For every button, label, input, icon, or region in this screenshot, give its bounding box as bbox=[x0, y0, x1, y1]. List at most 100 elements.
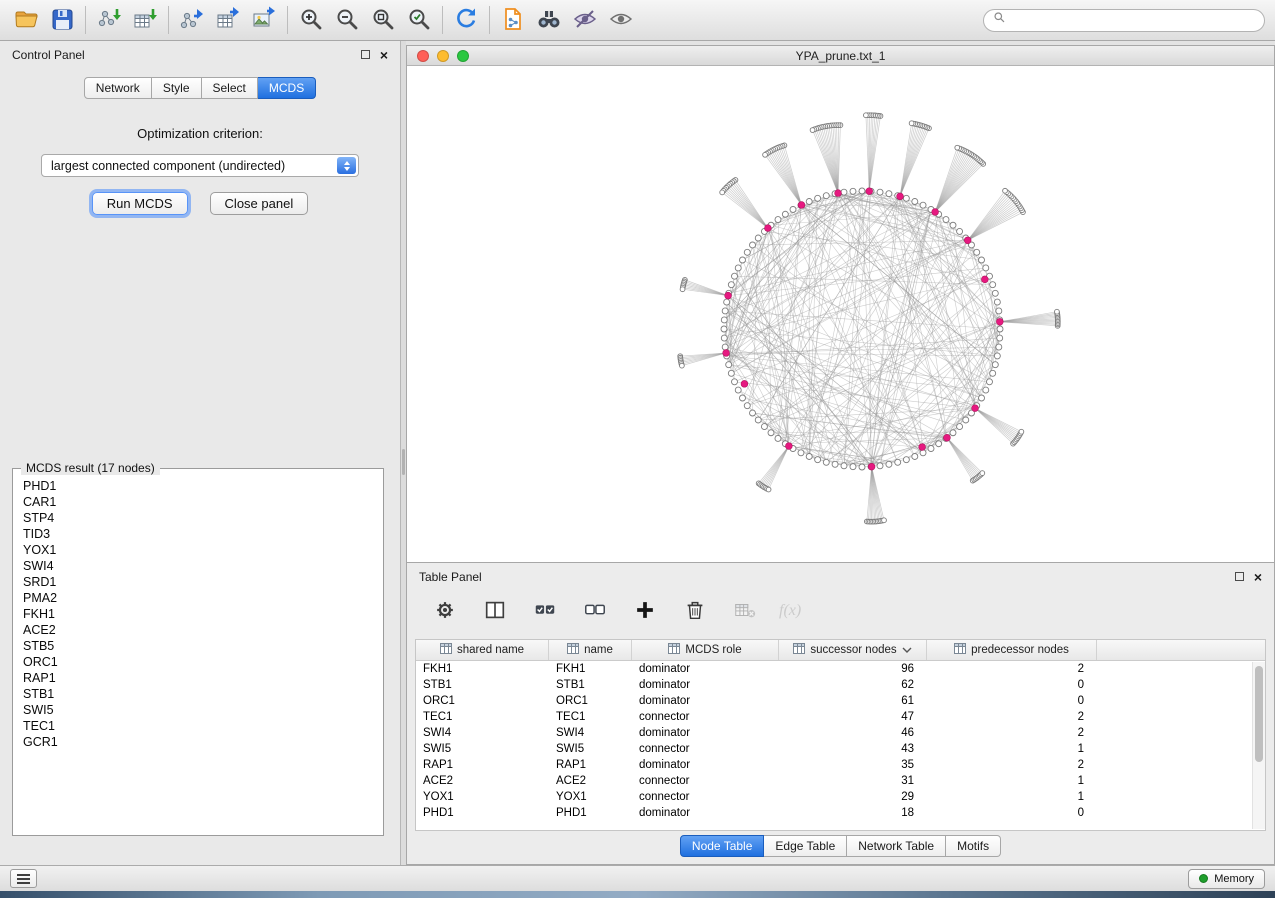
mcds-result-item[interactable]: SWI4 bbox=[23, 558, 383, 574]
ring-node[interactable] bbox=[943, 217, 949, 223]
table-row[interactable]: SWI4SWI4dominator462 bbox=[416, 725, 1265, 741]
mcds-result-item[interactable]: TEC1 bbox=[23, 718, 383, 734]
ring-node[interactable] bbox=[798, 450, 804, 456]
ring-node[interactable] bbox=[806, 453, 812, 459]
dominator-node[interactable] bbox=[835, 190, 842, 197]
run-mcds-button[interactable]: Run MCDS bbox=[92, 192, 188, 215]
mcds-result-item[interactable]: ACE2 bbox=[23, 622, 383, 638]
ring-node[interactable] bbox=[841, 189, 847, 195]
ring-node[interactable] bbox=[755, 235, 761, 241]
leaf-node[interactable] bbox=[1019, 429, 1024, 434]
ring-node[interactable] bbox=[739, 395, 745, 401]
close-table-panel-icon[interactable]: × bbox=[1254, 572, 1262, 582]
leaf-node[interactable] bbox=[1003, 188, 1008, 193]
dominator-node[interactable] bbox=[944, 434, 951, 441]
ring-node[interactable] bbox=[877, 463, 883, 469]
ring-node[interactable] bbox=[721, 335, 727, 341]
dominator-node[interactable] bbox=[868, 463, 875, 470]
zoom-fit-button[interactable] bbox=[367, 4, 399, 36]
column-header-name[interactable]: name bbox=[549, 640, 632, 660]
export-table-button[interactable] bbox=[212, 4, 244, 36]
ring-node[interactable] bbox=[739, 257, 745, 263]
dominator-node[interactable] bbox=[723, 350, 730, 357]
ring-node[interactable] bbox=[841, 463, 847, 469]
dominator-node[interactable] bbox=[798, 202, 805, 209]
dominator-node[interactable] bbox=[725, 292, 732, 299]
ring-node[interactable] bbox=[877, 189, 883, 195]
ring-node[interactable] bbox=[992, 290, 998, 296]
ring-node[interactable] bbox=[996, 344, 1002, 350]
ring-node[interactable] bbox=[744, 249, 750, 255]
ring-node[interactable] bbox=[823, 459, 829, 465]
ring-node[interactable] bbox=[983, 265, 989, 271]
copy-network-view-button[interactable] bbox=[497, 4, 529, 36]
ring-node[interactable] bbox=[903, 457, 909, 463]
column-header-predecessor_nodes[interactable]: predecessor nodes bbox=[927, 640, 1097, 660]
tab-mcds[interactable]: MCDS bbox=[258, 77, 316, 99]
ring-node[interactable] bbox=[992, 362, 998, 368]
tab-network[interactable]: Network bbox=[84, 77, 152, 99]
tab-select[interactable]: Select bbox=[202, 77, 258, 99]
dominator-node[interactable] bbox=[981, 276, 988, 283]
mcds-result-item[interactable]: STP4 bbox=[23, 510, 383, 526]
dominator-node[interactable] bbox=[764, 225, 771, 232]
ring-node[interactable] bbox=[775, 217, 781, 223]
column-header-mcds_role[interactable]: MCDS role bbox=[632, 640, 779, 660]
mcds-result-item[interactable]: ORC1 bbox=[23, 654, 383, 670]
search-input[interactable] bbox=[1011, 13, 1255, 27]
ring-node[interactable] bbox=[974, 249, 980, 255]
dominator-node[interactable] bbox=[741, 380, 748, 387]
ring-node[interactable] bbox=[950, 222, 956, 228]
window-close-button[interactable] bbox=[417, 50, 429, 62]
window-minimize-button[interactable] bbox=[437, 50, 449, 62]
ring-node[interactable] bbox=[790, 206, 796, 212]
find-button[interactable] bbox=[533, 4, 565, 36]
mcds-result-item[interactable]: PMA2 bbox=[23, 590, 383, 606]
ring-node[interactable] bbox=[996, 308, 1002, 314]
import-table-button[interactable] bbox=[129, 4, 161, 36]
ring-node[interactable] bbox=[997, 326, 1003, 332]
status-menu-button[interactable] bbox=[10, 869, 37, 888]
mcds-result-item[interactable]: FKH1 bbox=[23, 606, 383, 622]
scrollbar-thumb[interactable] bbox=[1255, 666, 1263, 762]
ring-node[interactable] bbox=[997, 335, 1003, 341]
ring-node[interactable] bbox=[726, 362, 732, 368]
ring-node[interactable] bbox=[963, 417, 969, 423]
column-header-shared_name[interactable]: shared name bbox=[416, 640, 549, 660]
zoom-selected-button[interactable] bbox=[403, 4, 435, 36]
leaf-node[interactable] bbox=[955, 145, 960, 150]
mcds-result-item[interactable]: SRD1 bbox=[23, 574, 383, 590]
ring-node[interactable] bbox=[912, 453, 918, 459]
ring-node[interactable] bbox=[994, 353, 1000, 359]
mcds-result-item[interactable]: GCR1 bbox=[23, 734, 383, 750]
ring-node[interactable] bbox=[957, 424, 963, 430]
ring-node[interactable] bbox=[920, 202, 926, 208]
ring-node[interactable] bbox=[728, 282, 734, 288]
save-session-button[interactable] bbox=[46, 4, 78, 36]
ring-node[interactable] bbox=[832, 461, 838, 467]
open-session-button[interactable] bbox=[10, 4, 42, 36]
select-all-rows-button[interactable] bbox=[529, 595, 561, 627]
show-columns-button[interactable] bbox=[479, 595, 511, 627]
ring-node[interactable] bbox=[950, 430, 956, 436]
ring-node[interactable] bbox=[744, 403, 750, 409]
ring-node[interactable] bbox=[886, 191, 892, 197]
mcds-result-item[interactable]: YOX1 bbox=[23, 542, 383, 558]
tab-style[interactable]: Style bbox=[152, 77, 202, 99]
leaf-node[interactable] bbox=[1055, 309, 1060, 314]
window-zoom-button[interactable] bbox=[457, 50, 469, 62]
ring-node[interactable] bbox=[912, 199, 918, 205]
ring-node[interactable] bbox=[721, 326, 727, 332]
table-row[interactable]: YOX1YOX1connector291 bbox=[416, 789, 1265, 805]
leaf-node[interactable] bbox=[763, 152, 768, 157]
leaf-node[interactable] bbox=[882, 518, 887, 523]
ring-node[interactable] bbox=[928, 446, 934, 452]
mcds-result-item[interactable]: RAP1 bbox=[23, 670, 383, 686]
ring-node[interactable] bbox=[815, 195, 821, 201]
leaf-node[interactable] bbox=[720, 190, 725, 195]
ring-node[interactable] bbox=[728, 370, 734, 376]
export-network-button[interactable] bbox=[176, 4, 208, 36]
ring-node[interactable] bbox=[979, 395, 985, 401]
export-image-button[interactable] bbox=[248, 4, 280, 36]
leaf-node[interactable] bbox=[980, 471, 985, 476]
